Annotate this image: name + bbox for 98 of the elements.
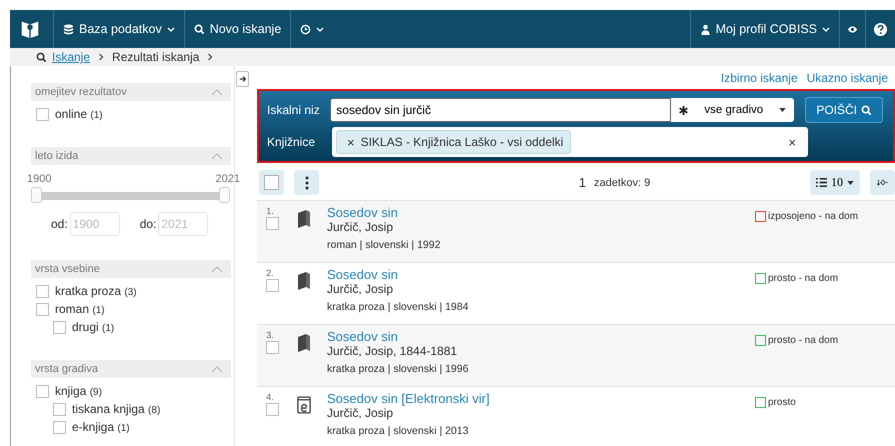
facet-header[interactable]: omejitev rezultatov <box>31 83 231 101</box>
library-tag-label: SIKLAS - Knjižnica Laško - vsi oddelki <box>360 135 564 149</box>
e-book-icon <box>297 396 311 414</box>
chevron-icon <box>207 53 214 61</box>
more-options-button[interactable] <box>294 170 319 195</box>
facet-label[interactable]: drugi (1) <box>72 320 114 334</box>
facet-header[interactable]: leto izida <box>31 147 231 165</box>
search-icon <box>194 24 205 34</box>
search-mode-link[interactable]: Izbirno iskanje <box>720 71 798 85</box>
checkbox[interactable] <box>36 302 49 316</box>
availability-status: prosto - na dom <box>768 334 838 346</box>
search-button[interactable]: POIŠČI <box>805 97 883 123</box>
material-dropdown[interactable]: vse gradivo <box>671 98 794 122</box>
breadcrumb-link[interactable]: Iskanje <box>52 50 90 64</box>
checkbox[interactable] <box>266 403 278 416</box>
checkbox[interactable] <box>53 420 66 434</box>
caret-icon <box>316 26 324 32</box>
help-icon <box>873 22 888 36</box>
eye-icon <box>847 24 858 34</box>
remove-tag-button[interactable]: × <box>347 134 355 150</box>
checkbox[interactable] <box>53 402 66 416</box>
facet-label[interactable]: knjiga (9) <box>55 384 102 398</box>
per-page-dropdown[interactable]: 10 <box>810 170 860 195</box>
checkbox[interactable] <box>36 384 49 398</box>
select-all-button[interactable] <box>259 170 284 195</box>
result-author: Jurčič, Josip, 1844-1881 <box>327 344 458 358</box>
result-title-link[interactable]: Sosedov sin <box>327 267 755 282</box>
facet-header[interactable]: vrsta vsebine <box>31 260 231 278</box>
caret-icon <box>822 26 830 32</box>
to-label: do: <box>140 217 156 231</box>
clock-icon <box>300 24 312 34</box>
sort-dropdown[interactable] <box>870 170 895 195</box>
library-tag[interactable]: × SIKLAS - Knjižnica Laško - vsi oddelki <box>336 130 572 154</box>
collapse-icon <box>211 266 223 272</box>
result-title-link[interactable]: Sosedov sin [Elektronski vir] <box>327 391 755 406</box>
result-details: kratka proza | slovenski | 1984 <box>327 301 470 313</box>
collapse-icon <box>211 152 223 160</box>
clear-button[interactable]: × <box>788 134 796 150</box>
libraries-label: Knjižnice <box>267 135 316 149</box>
range-min-label: 1900 <box>27 173 52 185</box>
caret-icon <box>779 108 786 112</box>
list-icon <box>816 177 827 188</box>
search-icon <box>36 52 47 62</box>
caret-icon <box>166 26 175 32</box>
result-number: 2. <box>266 268 274 278</box>
libraries-field[interactable]: × SIKLAS - Knjižnica Laško - vsi oddelki × <box>332 127 808 157</box>
result-details: kratka proza | slovenski | 2013 <box>327 425 470 437</box>
facet-label[interactable]: tiskana knjiga (8) <box>72 402 160 416</box>
result-details: roman | slovenski | 1992 <box>327 239 442 251</box>
asterisk-icon <box>679 106 688 114</box>
result-author: Jurčič, Josip <box>327 406 394 420</box>
breadcrumb-current: Rezultati iskanja <box>112 50 200 64</box>
collapse-icon <box>211 366 223 372</box>
slider-handle[interactable] <box>31 187 42 203</box>
checkbox[interactable] <box>266 341 278 354</box>
database-icon <box>63 24 74 34</box>
book-icon <box>297 210 311 228</box>
caret-icon <box>847 180 854 184</box>
user-icon <box>700 24 711 34</box>
range-max-label: 2021 <box>216 173 240 185</box>
result-details: kratka proza | slovenski | 1996 <box>327 363 470 375</box>
availability-status: prosto <box>768 396 796 408</box>
facet-label[interactable]: kratka proza (3) <box>55 284 137 298</box>
checkbox[interactable] <box>36 284 49 298</box>
facet-header[interactable]: vrsta gradiva <box>31 360 231 378</box>
facet-label[interactable]: online (1) <box>55 107 103 121</box>
result-author: Jurčič, Josip <box>327 220 394 234</box>
hit-count: zadetkov: 9 <box>594 176 650 188</box>
result-title-link[interactable]: Sosedov sin <box>327 205 755 220</box>
chevron-icon <box>98 53 104 61</box>
result-author: Jurčič, Josip <box>327 282 394 296</box>
checkbox[interactable] <box>36 108 49 120</box>
more-icon <box>304 176 308 190</box>
search-field[interactable]: sosedov sin jurčič <box>330 98 672 122</box>
book-icon <box>297 272 311 290</box>
result-number: 1. <box>266 206 274 216</box>
facet-label[interactable]: e-knjiga (1) <box>72 420 130 434</box>
checkbox[interactable] <box>266 217 278 230</box>
page-number: 1 <box>578 175 586 190</box>
book-icon <box>297 334 311 352</box>
availability-status: izposojeno - na dom <box>768 210 858 222</box>
checkbox[interactable] <box>266 279 278 292</box>
arrow-right-icon <box>238 75 246 83</box>
collapse-icon <box>211 88 223 96</box>
query-label: Iskalni niz <box>267 103 321 117</box>
result-number: 3. <box>266 330 274 340</box>
expand-button[interactable] <box>236 71 249 87</box>
result-title-link[interactable]: Sosedov sin <box>327 329 755 344</box>
checkbox[interactable] <box>53 320 66 334</box>
from-label: od: <box>51 217 68 231</box>
sort-icon <box>877 177 888 188</box>
result-number: 4. <box>266 392 274 402</box>
search-mode-link[interactable]: Ukazno iskanje <box>806 71 888 85</box>
facet-label[interactable]: roman (1) <box>55 302 105 316</box>
availability-status: prosto - na dom <box>768 272 838 284</box>
slider-handle[interactable] <box>219 187 230 203</box>
search-icon <box>861 104 872 116</box>
year-range-slider[interactable] <box>31 187 231 205</box>
